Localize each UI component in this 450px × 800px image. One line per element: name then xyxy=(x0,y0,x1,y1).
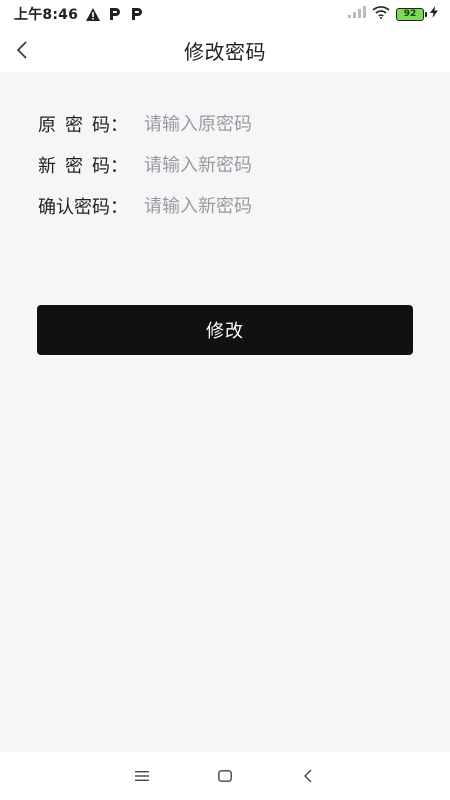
change-password-form: 原 密 码： 新 密 码： 确认密码： xyxy=(38,104,418,227)
chevron-left-icon xyxy=(16,41,27,59)
confirm-password-row: 确认密码： xyxy=(38,186,418,226)
old-password-input[interactable] xyxy=(144,106,418,142)
new-password-row: 新 密 码： xyxy=(38,145,418,185)
label-char: 密 xyxy=(65,156,83,177)
back-button[interactable] xyxy=(6,34,38,66)
home-icon xyxy=(218,770,232,782)
parking-icon xyxy=(130,7,144,21)
parking-icon xyxy=(108,7,122,21)
status-time: 上午8:46 xyxy=(14,7,79,23)
new-password-input[interactable] xyxy=(144,147,418,183)
menu-icon xyxy=(134,771,149,781)
label-char: 原 xyxy=(38,115,56,136)
header: 修改密码 xyxy=(0,28,450,72)
label-char: 码： xyxy=(92,156,128,177)
back-icon xyxy=(304,769,312,783)
battery-level: 92 xyxy=(403,9,417,19)
status-bar: 上午8:46 92 xyxy=(0,0,450,28)
label-char: 确认密码： xyxy=(38,197,128,218)
battery-icon: 92 xyxy=(396,7,427,21)
charging-icon xyxy=(430,6,438,22)
label-char: 新 xyxy=(38,156,56,177)
wifi-icon xyxy=(372,5,390,23)
warning-icon xyxy=(86,7,101,21)
label-char: 密 xyxy=(65,115,83,136)
old-password-label: 原 密 码： xyxy=(38,111,144,137)
confirm-password-input[interactable] xyxy=(144,188,418,224)
new-password-label: 新 密 码： xyxy=(38,152,144,178)
page-title: 修改密码 xyxy=(184,39,266,64)
signal-icon xyxy=(348,6,366,22)
label-char: 码： xyxy=(92,115,128,136)
status-left: 上午8:46 xyxy=(14,4,144,24)
nav-back-button[interactable] xyxy=(292,760,324,792)
menu-button[interactable] xyxy=(126,760,158,792)
system-nav-bar xyxy=(0,752,450,800)
confirm-password-label: 确认密码： xyxy=(38,193,144,219)
status-right: 92 xyxy=(348,5,438,23)
submit-button[interactable]: 修改 xyxy=(37,305,413,355)
home-button[interactable] xyxy=(209,760,241,792)
old-password-row: 原 密 码： xyxy=(38,104,418,144)
